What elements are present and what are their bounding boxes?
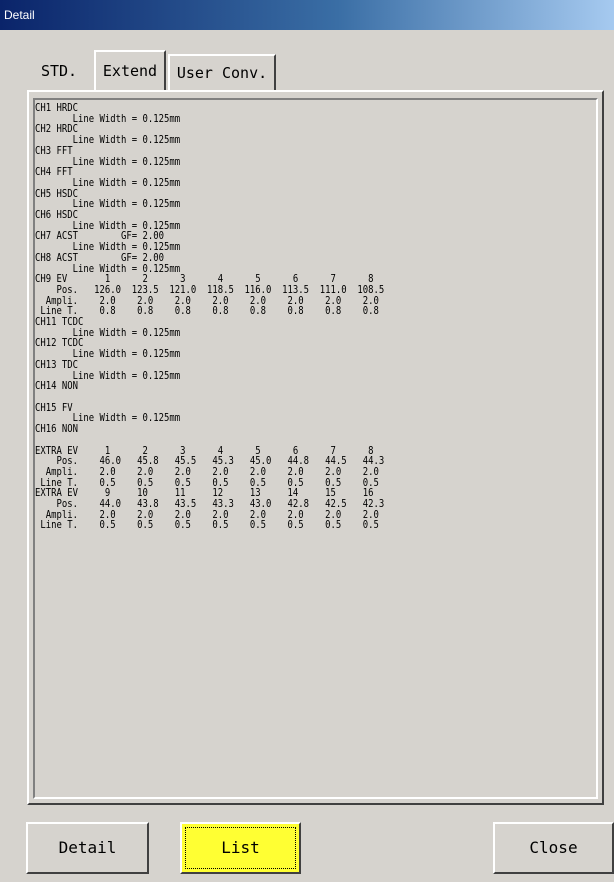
tab-extend[interactable]: Extend	[94, 50, 166, 90]
close-button[interactable]: Close	[493, 822, 614, 874]
detail-text-content: CH1 HRDC Line Width = 0.125mm CH2 HRDC L…	[35, 102, 385, 532]
window-title: Detail	[0, 0, 614, 30]
detail-button[interactable]: Detail	[26, 822, 149, 874]
list-button[interactable]: List	[180, 822, 301, 874]
tab-std[interactable]: STD.	[27, 54, 91, 90]
detail-text-area[interactable]: CH1 HRDC Line Width = 0.125mm CH2 HRDC L…	[33, 98, 598, 799]
tab-user-conv[interactable]: User Conv.	[168, 54, 276, 90]
